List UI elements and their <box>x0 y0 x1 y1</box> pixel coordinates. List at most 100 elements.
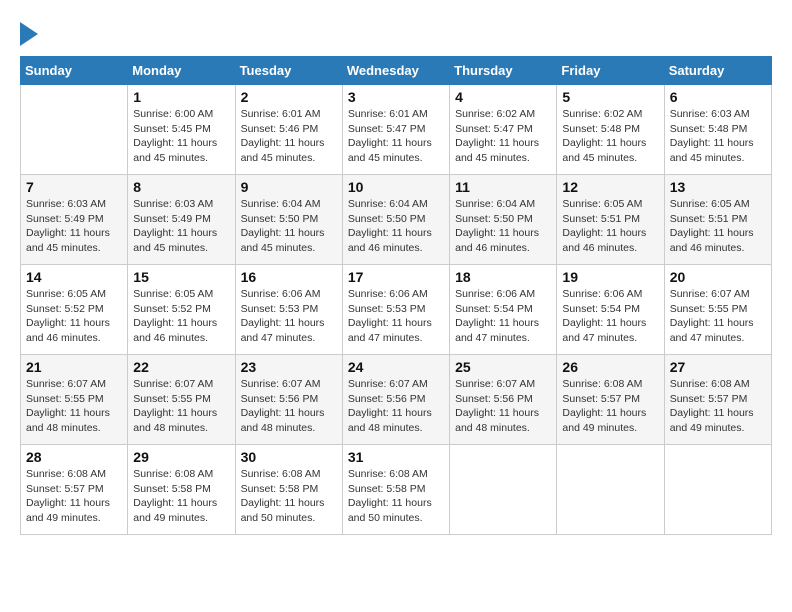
day-number: 1 <box>133 89 229 105</box>
calendar-week-row: 1 Sunrise: 6:00 AM Sunset: 5:45 PM Daylig… <box>21 85 772 175</box>
day-info: Sunrise: 6:02 AM Sunset: 5:47 PM Dayligh… <box>455 107 551 166</box>
page-header <box>20 20 772 46</box>
header-monday: Monday <box>128 57 235 85</box>
day-info: Sunrise: 6:01 AM Sunset: 5:47 PM Dayligh… <box>348 107 444 166</box>
header-thursday: Thursday <box>450 57 557 85</box>
day-number: 28 <box>26 449 122 465</box>
day-number: 6 <box>670 89 766 105</box>
calendar-cell: 26 Sunrise: 6:08 AM Sunset: 5:57 PM Dayli… <box>557 355 664 445</box>
day-number: 18 <box>455 269 551 285</box>
day-number: 16 <box>241 269 337 285</box>
calendar-cell: 18 Sunrise: 6:06 AM Sunset: 5:54 PM Dayli… <box>450 265 557 355</box>
day-info: Sunrise: 6:03 AM Sunset: 5:49 PM Dayligh… <box>133 197 229 256</box>
day-info: Sunrise: 6:03 AM Sunset: 5:48 PM Dayligh… <box>670 107 766 166</box>
day-number: 17 <box>348 269 444 285</box>
day-number: 15 <box>133 269 229 285</box>
day-info: Sunrise: 6:07 AM Sunset: 5:55 PM Dayligh… <box>670 287 766 346</box>
day-number: 30 <box>241 449 337 465</box>
day-number: 14 <box>26 269 122 285</box>
calendar-cell: 6 Sunrise: 6:03 AM Sunset: 5:48 PM Daylig… <box>664 85 771 175</box>
calendar-week-row: 21 Sunrise: 6:07 AM Sunset: 5:55 PM Dayli… <box>21 355 772 445</box>
calendar-week-row: 14 Sunrise: 6:05 AM Sunset: 5:52 PM Dayli… <box>21 265 772 355</box>
calendar-cell: 2Sunrise: 6:01 AM Sunset: 5:46 PM Daylig… <box>235 85 342 175</box>
calendar-cell: 15 Sunrise: 6:05 AM Sunset: 5:52 PM Dayli… <box>128 265 235 355</box>
header-tuesday: Tuesday <box>235 57 342 85</box>
calendar-cell: 25 Sunrise: 6:07 AM Sunset: 5:56 PM Dayli… <box>450 355 557 445</box>
header-sunday: Sunday <box>21 57 128 85</box>
calendar-cell: 7 Sunrise: 6:03 AM Sunset: 5:49 PM Daylig… <box>21 175 128 265</box>
day-number: 10 <box>348 179 444 195</box>
calendar-cell: 16Sunrise: 6:06 AM Sunset: 5:53 PM Dayli… <box>235 265 342 355</box>
day-info: Sunrise: 6:07 AM Sunset: 5:56 PM Dayligh… <box>455 377 551 436</box>
calendar-cell: 22 Sunrise: 6:07 AM Sunset: 5:55 PM Dayli… <box>128 355 235 445</box>
day-number: 8 <box>133 179 229 195</box>
day-number: 19 <box>562 269 658 285</box>
day-info: Sunrise: 6:07 AM Sunset: 5:55 PM Dayligh… <box>26 377 122 436</box>
calendar-cell: 20 Sunrise: 6:07 AM Sunset: 5:55 PM Dayli… <box>664 265 771 355</box>
day-number: 25 <box>455 359 551 375</box>
calendar-cell: 10 Sunrise: 6:04 AM Sunset: 5:50 PM Dayli… <box>342 175 449 265</box>
day-number: 27 <box>670 359 766 375</box>
day-info: Sunrise: 6:07 AM Sunset: 5:56 PM Dayligh… <box>348 377 444 436</box>
header-saturday: Saturday <box>664 57 771 85</box>
calendar-cell: 11 Sunrise: 6:04 AM Sunset: 5:50 PM Dayli… <box>450 175 557 265</box>
day-info: Sunrise: 6:06 AM Sunset: 5:54 PM Dayligh… <box>562 287 658 346</box>
day-info: Sunrise: 6:08 AM Sunset: 5:58 PM Dayligh… <box>133 467 229 526</box>
day-info: Sunrise: 6:08 AM Sunset: 5:57 PM Dayligh… <box>670 377 766 436</box>
day-number: 9 <box>241 179 337 195</box>
calendar-cell: 29 Sunrise: 6:08 AM Sunset: 5:58 PM Dayli… <box>128 445 235 535</box>
calendar-cell: 23Sunrise: 6:07 AM Sunset: 5:56 PM Dayli… <box>235 355 342 445</box>
calendar-cell: 21 Sunrise: 6:07 AM Sunset: 5:55 PM Dayli… <box>21 355 128 445</box>
day-number: 29 <box>133 449 229 465</box>
day-number: 21 <box>26 359 122 375</box>
day-number: 11 <box>455 179 551 195</box>
day-info: Sunrise: 6:05 AM Sunset: 5:51 PM Dayligh… <box>670 197 766 256</box>
day-info: Sunrise: 6:04 AM Sunset: 5:50 PM Dayligh… <box>455 197 551 256</box>
calendar-cell: 4 Sunrise: 6:02 AM Sunset: 5:47 PM Daylig… <box>450 85 557 175</box>
calendar-cell: 1 Sunrise: 6:00 AM Sunset: 5:45 PM Daylig… <box>128 85 235 175</box>
header-wednesday: Wednesday <box>342 57 449 85</box>
day-info: Sunrise: 6:08 AM Sunset: 5:57 PM Dayligh… <box>562 377 658 436</box>
logo-arrow-icon <box>20 22 38 46</box>
calendar-cell <box>21 85 128 175</box>
day-info: Sunrise: 6:00 AM Sunset: 5:45 PM Dayligh… <box>133 107 229 166</box>
calendar-cell: 9 Sunrise: 6:04 AM Sunset: 5:50 PM Daylig… <box>235 175 342 265</box>
day-info: Sunrise: 6:07 AM Sunset: 5:56 PM Dayligh… <box>241 377 337 436</box>
calendar-cell: 5Sunrise: 6:02 AM Sunset: 5:48 PM Daylig… <box>557 85 664 175</box>
day-info: Sunrise: 6:02 AM Sunset: 5:48 PM Dayligh… <box>562 107 658 166</box>
calendar-cell: 17 Sunrise: 6:06 AM Sunset: 5:53 PM Dayli… <box>342 265 449 355</box>
day-info: Sunrise: 6:08 AM Sunset: 5:58 PM Dayligh… <box>348 467 444 526</box>
calendar-cell: 14Sunrise: 6:05 AM Sunset: 5:52 PM Dayli… <box>21 265 128 355</box>
day-info: Sunrise: 6:04 AM Sunset: 5:50 PM Dayligh… <box>348 197 444 256</box>
calendar-cell: 24Sunrise: 6:07 AM Sunset: 5:56 PM Dayli… <box>342 355 449 445</box>
day-info: Sunrise: 6:08 AM Sunset: 5:58 PM Dayligh… <box>241 467 337 526</box>
day-info: Sunrise: 6:03 AM Sunset: 5:49 PM Dayligh… <box>26 197 122 256</box>
day-number: 22 <box>133 359 229 375</box>
calendar-header-row: SundayMondayTuesdayWednesdayThursdayFrid… <box>21 57 772 85</box>
calendar-cell <box>664 445 771 535</box>
day-info: Sunrise: 6:06 AM Sunset: 5:54 PM Dayligh… <box>455 287 551 346</box>
day-number: 26 <box>562 359 658 375</box>
day-info: Sunrise: 6:05 AM Sunset: 5:51 PM Dayligh… <box>562 197 658 256</box>
calendar-cell: 28 Sunrise: 6:08 AM Sunset: 5:57 PM Dayli… <box>21 445 128 535</box>
calendar-cell: 13 Sunrise: 6:05 AM Sunset: 5:51 PM Dayli… <box>664 175 771 265</box>
day-number: 12 <box>562 179 658 195</box>
calendar-week-row: 28 Sunrise: 6:08 AM Sunset: 5:57 PM Dayli… <box>21 445 772 535</box>
calendar-week-row: 7 Sunrise: 6:03 AM Sunset: 5:49 PM Daylig… <box>21 175 772 265</box>
day-number: 4 <box>455 89 551 105</box>
day-info: Sunrise: 6:05 AM Sunset: 5:52 PM Dayligh… <box>133 287 229 346</box>
day-number: 3 <box>348 89 444 105</box>
day-info: Sunrise: 6:06 AM Sunset: 5:53 PM Dayligh… <box>348 287 444 346</box>
day-info: Sunrise: 6:04 AM Sunset: 5:50 PM Dayligh… <box>241 197 337 256</box>
calendar-cell <box>450 445 557 535</box>
header-friday: Friday <box>557 57 664 85</box>
calendar-cell: 12 Sunrise: 6:05 AM Sunset: 5:51 PM Dayli… <box>557 175 664 265</box>
day-info: Sunrise: 6:08 AM Sunset: 5:57 PM Dayligh… <box>26 467 122 526</box>
calendar-cell: 8 Sunrise: 6:03 AM Sunset: 5:49 PM Daylig… <box>128 175 235 265</box>
calendar-table: SundayMondayTuesdayWednesdayThursdayFrid… <box>20 56 772 535</box>
day-info: Sunrise: 6:07 AM Sunset: 5:55 PM Dayligh… <box>133 377 229 436</box>
day-number: 13 <box>670 179 766 195</box>
day-number: 20 <box>670 269 766 285</box>
calendar-cell: 31Sunrise: 6:08 AM Sunset: 5:58 PM Dayli… <box>342 445 449 535</box>
day-number: 7 <box>26 179 122 195</box>
